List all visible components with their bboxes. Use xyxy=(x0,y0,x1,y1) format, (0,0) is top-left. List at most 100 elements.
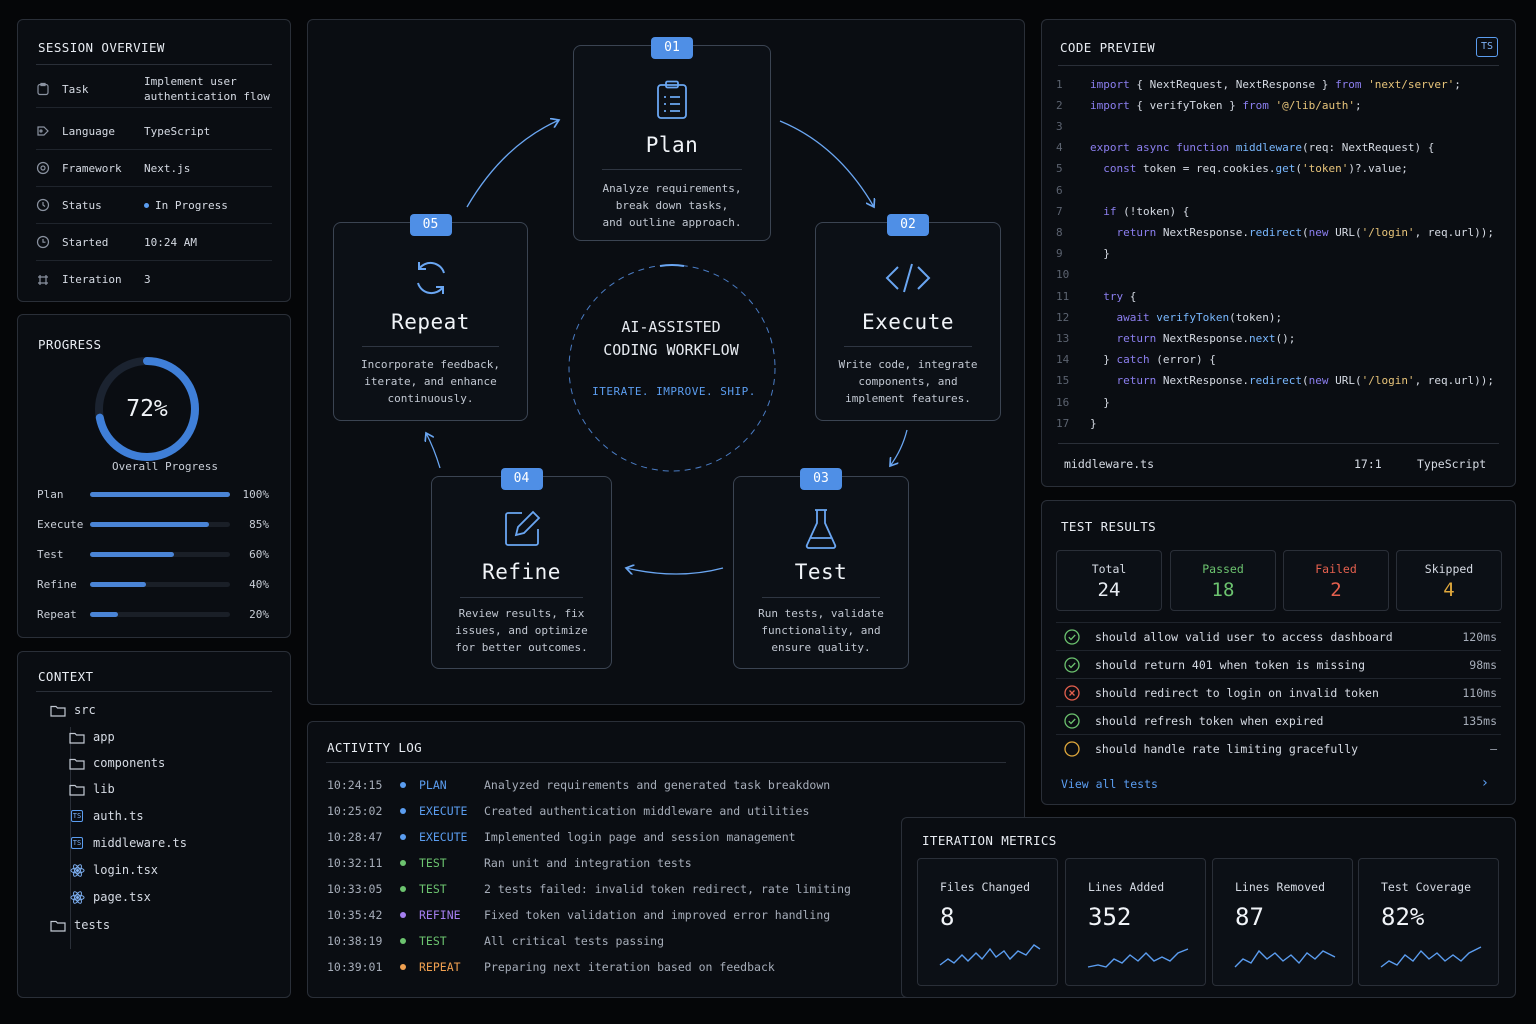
activity-log-row: 10:38:19 TEST All critical tests passing xyxy=(327,933,664,949)
tree-item-components[interactable]: components xyxy=(68,754,165,772)
workflow-node-repeat[interactable]: 05 Repeat Incorporate feedback, iterate,… xyxy=(333,214,528,421)
test-duration: 110ms xyxy=(1462,685,1497,700)
log-time: 10:33:05 xyxy=(327,882,383,896)
step-badge: 01 xyxy=(651,37,693,59)
log-time: 10:39:01 xyxy=(327,960,383,974)
progress-value: 100% xyxy=(242,487,270,501)
code-line: 7 if (!token) { xyxy=(1056,202,1189,220)
view-all-tests-link[interactable]: View all tests xyxy=(1061,777,1158,791)
center-title-line: CODING WORKFLOW xyxy=(603,341,739,359)
log-phase: TEST xyxy=(419,882,447,896)
workflow-node-plan[interactable]: 01 Plan Analyze requirements, break down… xyxy=(573,37,771,241)
status-icon xyxy=(36,198,62,212)
workflow-center-title: AI-ASSISTED CODING WORKFLOW xyxy=(548,316,794,362)
divider xyxy=(1058,443,1499,444)
log-message: All critical tests passing xyxy=(484,934,665,948)
session-value: Next.js xyxy=(144,161,191,175)
test-row[interactable]: should return 401 when token is missing 9… xyxy=(1056,650,1501,678)
line-number: 3 xyxy=(1056,119,1063,133)
progress-track xyxy=(90,551,230,557)
test-results-panel: TEST RESULTS Total 24 Passed 18 Failed 2… xyxy=(1041,500,1516,805)
node-desc-line: iterate, and enhance xyxy=(364,375,497,388)
line-number: 14 xyxy=(1056,353,1070,367)
code-line: 14 } catch (error) { xyxy=(1056,351,1216,369)
code-line: 15 return NextResponse.redirect(new URL(… xyxy=(1056,372,1494,390)
tree-item-auth-ts[interactable]: TS auth.ts xyxy=(68,807,144,825)
arrow-refine-to-repeat xyxy=(426,433,441,469)
stat-label: Passed xyxy=(1202,562,1244,576)
log-message: Implemented login page and session manag… xyxy=(484,830,796,844)
log-phase: REFINE xyxy=(419,908,461,922)
divider xyxy=(460,597,583,598)
clipboard-icon xyxy=(36,82,62,96)
metric-value: 352 xyxy=(1088,903,1132,931)
node-desc-line: and outline approach. xyxy=(602,216,742,229)
line-number: 1 xyxy=(1056,77,1063,91)
progress-fill xyxy=(90,521,209,527)
log-phase: TEST xyxy=(419,934,447,948)
log-time: 10:35:42 xyxy=(327,908,383,922)
tree-item-lib[interactable]: lib xyxy=(68,780,115,798)
metric-test-coverage: Test Coverage 82% xyxy=(1358,858,1499,986)
test-row[interactable]: should allow valid user to access dashbo… xyxy=(1056,622,1501,650)
line-number: 12 xyxy=(1056,310,1070,324)
clock-icon xyxy=(36,235,62,249)
log-time: 10:25:02 xyxy=(327,804,383,818)
tree-item-label: lib xyxy=(93,782,115,796)
divider xyxy=(762,597,880,598)
workflow-node-test[interactable]: 03 Test Run tests, validate functionalit… xyxy=(733,468,909,669)
tree-item-src[interactable]: src xyxy=(49,701,96,719)
tree-item-label: login.tsx xyxy=(93,863,159,877)
overall-progress-label: Overall Progress xyxy=(112,460,218,473)
stat-passed: Passed 18 xyxy=(1170,550,1276,611)
divider xyxy=(362,346,499,347)
log-phase: REPEAT xyxy=(419,960,461,974)
step-badge: 04 xyxy=(500,468,543,490)
log-message: Preparing next iteration based on feedba… xyxy=(484,960,775,974)
test-name: should refresh token when expired xyxy=(1095,713,1324,728)
node-desc-line: continuously. xyxy=(387,392,474,405)
divider xyxy=(326,762,1006,763)
line-number: 9 xyxy=(1056,247,1063,261)
tree-item-label: auth.ts xyxy=(93,809,144,823)
code-text: } xyxy=(1090,247,1110,261)
workflow-node-refine[interactable]: 04 Refine Review results, fix issues, an… xyxy=(431,468,612,669)
ts-badge: TS xyxy=(70,810,84,822)
code-text: import { verifyToken } from '@/lib/auth'… xyxy=(1090,98,1362,112)
progress-value: 85% xyxy=(249,517,269,531)
log-phase-dot xyxy=(400,886,406,892)
code-line: 1 import { NextRequest, NextResponse } fr… xyxy=(1056,75,1461,93)
test-row[interactable]: should handle rate limiting gracefully — xyxy=(1056,734,1501,762)
progress-label: Repeat xyxy=(37,607,77,621)
node-desc-line: Review results, fix xyxy=(458,607,585,620)
chevron-right-icon[interactable]: › xyxy=(1481,775,1489,791)
edit-icon xyxy=(432,509,611,549)
context-title: CONTEXT xyxy=(38,669,94,684)
log-time: 10:38:19 xyxy=(327,934,383,948)
session-label: Status xyxy=(62,198,102,212)
tree-item-page-tsx[interactable]: page.tsx xyxy=(68,888,151,906)
log-phase-dot xyxy=(400,834,406,840)
divider xyxy=(36,691,272,692)
session-overview-panel: SESSION OVERVIEW Task Implement user aut… xyxy=(17,19,291,302)
node-description: Review results, fix issues, and optimize… xyxy=(442,605,601,656)
code-text: } catch (error) { xyxy=(1090,353,1216,367)
session-value: 3 xyxy=(144,273,151,286)
tree-item-tests[interactable]: tests xyxy=(49,916,110,934)
log-phase-dot xyxy=(400,808,406,814)
line-number: 4 xyxy=(1056,141,1063,155)
tree-item-login-tsx[interactable]: login.tsx xyxy=(68,861,158,879)
tree-item-middleware-ts[interactable]: TS middleware.ts xyxy=(68,834,187,852)
activity-log-row: 10:33:05 TEST 2 tests failed: invalid toke… xyxy=(327,881,851,897)
workflow-node-execute[interactable]: 02 Execute Write code, integrate compone… xyxy=(815,214,1001,421)
test-row[interactable]: should redirect to login on invalid toke… xyxy=(1056,678,1501,706)
status-value: In Progress xyxy=(155,198,228,212)
node-desc-line: break down tasks, xyxy=(615,199,729,212)
stat-label: Failed xyxy=(1315,562,1357,576)
tree-item-app[interactable]: app xyxy=(68,728,115,746)
line-number: 11 xyxy=(1056,289,1070,303)
flask-icon xyxy=(734,508,908,550)
stat-failed: Failed 2 xyxy=(1283,550,1389,611)
session-value: Implement user authentication flow xyxy=(144,75,270,103)
test-row[interactable]: should refresh token when expired 135ms xyxy=(1056,706,1501,734)
